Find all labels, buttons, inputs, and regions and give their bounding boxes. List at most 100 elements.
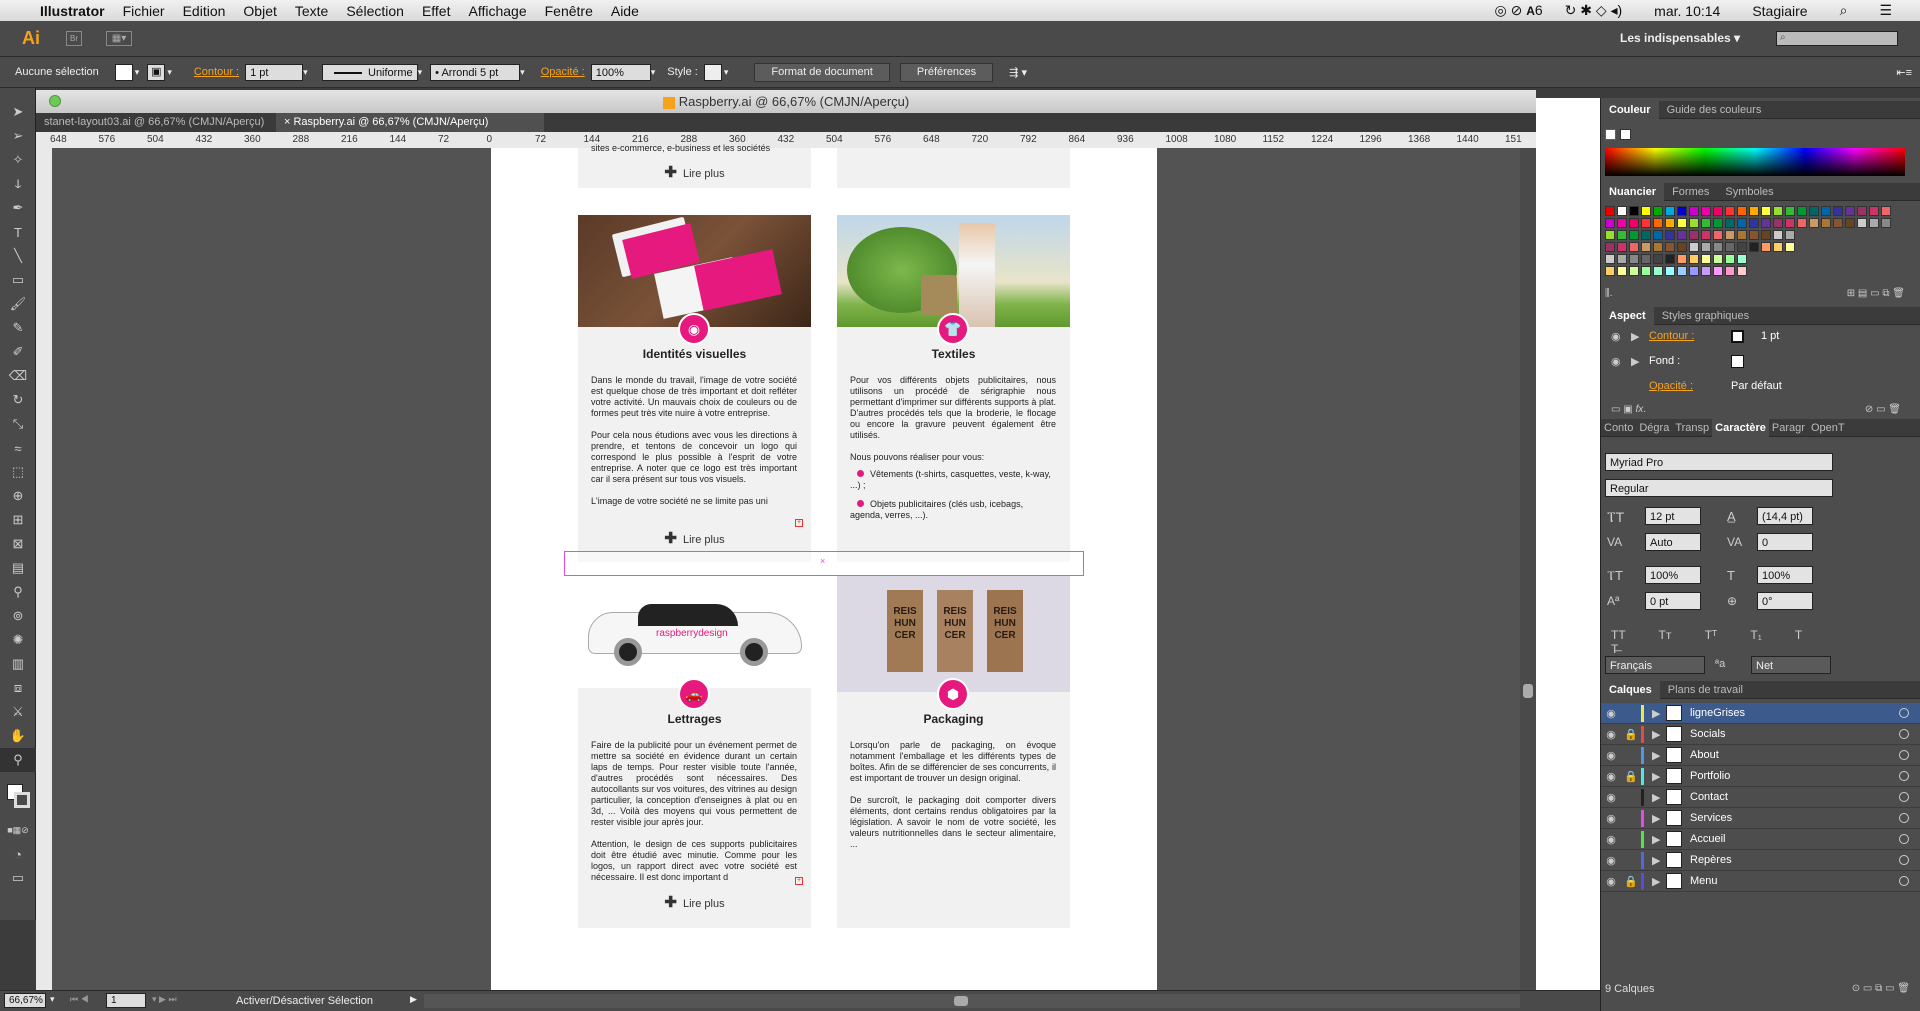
expand-icon[interactable]: ▶ — [1652, 875, 1666, 888]
free-transform-icon[interactable]: ⬚ — [0, 460, 36, 484]
font-size-field[interactable]: 12 pt — [1645, 507, 1701, 525]
font-style-select[interactable]: Regular — [1605, 479, 1833, 497]
chevron-down-icon[interactable]: ▾ — [303, 67, 308, 78]
expand-icon[interactable]: ▶ — [1652, 833, 1666, 846]
color-mode-icon[interactable]: ■▦⊘ — [0, 818, 36, 842]
swatch-cell[interactable] — [1629, 254, 1639, 264]
read-more-link[interactable]: ✚ Lire plus — [578, 165, 811, 180]
layer-name[interactable]: Portfolio — [1690, 770, 1730, 782]
swatch-cell[interactable] — [1653, 242, 1663, 252]
language-select[interactable]: Français — [1605, 656, 1705, 674]
swatch-cell[interactable] — [1737, 206, 1747, 216]
notification-icon[interactable]: ☰ — [1879, 2, 1892, 19]
layer-row[interactable]: ◉ ▶ Accueil — [1601, 829, 1920, 850]
swatch-cell[interactable] — [1689, 242, 1699, 252]
magic-wand-icon[interactable]: ✧ — [0, 148, 36, 172]
scroll-thumb[interactable] — [1523, 684, 1533, 698]
spotlight-icon[interactable]: ⌕ — [1840, 2, 1848, 19]
swatch-cell[interactable] — [1773, 230, 1783, 240]
swatch-cell[interactable] — [1761, 242, 1771, 252]
eyedropper-icon[interactable]: ⚲ — [0, 580, 36, 604]
layer-row[interactable]: ◉ ▶ ligneGrises — [1601, 703, 1920, 724]
bridge-icon[interactable]: Br — [66, 31, 82, 46]
artboard-next-icons[interactable]: ▾ ▶ ⏭ — [152, 994, 177, 1005]
slice-icon[interactable]: ⚔ — [0, 700, 36, 724]
swatch-cell[interactable] — [1677, 230, 1687, 240]
contour-label[interactable]: Contour : — [1649, 330, 1694, 342]
eye-icon[interactable]: ◉ — [1601, 812, 1621, 825]
swatch-cell[interactable] — [1641, 254, 1651, 264]
user-name[interactable]: Stagiaire — [1752, 3, 1807, 19]
swatch-cell[interactable] — [1785, 230, 1795, 240]
layer-row[interactable]: ◉ 🔒 ▶ Socials — [1601, 724, 1920, 745]
swatch-cell[interactable] — [1881, 218, 1891, 228]
swatch-library-icon[interactable]: ⫼. — [1605, 288, 1612, 299]
expand-icon[interactable]: ▶ — [1652, 854, 1666, 867]
clock[interactable]: mar. 10:14 — [1654, 3, 1720, 19]
vertical-scale-field[interactable]: 100% — [1645, 566, 1701, 584]
eye-icon[interactable]: ◉ — [1611, 330, 1621, 343]
swatch-cell[interactable] — [1641, 206, 1651, 216]
stroke-swatch[interactable] — [1731, 330, 1744, 343]
lock-icon[interactable]: 🔒 — [1621, 728, 1641, 741]
swatch-cell[interactable] — [1845, 218, 1855, 228]
layer-row[interactable]: ◉ 🔒 ▶ Portfolio — [1601, 766, 1920, 787]
swatch-cell[interactable] — [1701, 242, 1711, 252]
layer-name[interactable]: Accueil — [1690, 833, 1725, 845]
swatch-cell[interactable] — [1725, 254, 1735, 264]
aspect-row-opacite[interactable]: Opacité : Par défaut — [1601, 380, 1901, 400]
swatch-cell[interactable] — [1713, 242, 1723, 252]
target-icon[interactable] — [1899, 750, 1909, 760]
swatch-cell[interactable] — [1629, 266, 1639, 276]
swatch-cell[interactable] — [1737, 218, 1747, 228]
eye-icon[interactable]: ◉ — [1601, 707, 1621, 720]
swatch-cell[interactable] — [1617, 242, 1627, 252]
hand-icon[interactable]: ✋ — [0, 724, 36, 748]
swatch-cell[interactable] — [1857, 206, 1867, 216]
menu-fenetre[interactable]: Fenêtre — [545, 3, 593, 19]
swatch-cell[interactable] — [1869, 218, 1879, 228]
swatch-cell[interactable] — [1749, 242, 1759, 252]
swatch-cell[interactable] — [1665, 254, 1675, 264]
swatch-cell[interactable] — [1605, 254, 1615, 264]
swatch-cell[interactable] — [1809, 206, 1819, 216]
tab-caractere[interactable]: Caractère — [1712, 418, 1769, 437]
symbol-sprayer-icon[interactable]: ✺ — [0, 628, 36, 652]
none-swatch[interactable] — [1605, 129, 1616, 140]
swatch-grid[interactable] — [1605, 206, 1905, 282]
swatch-cell[interactable] — [1653, 254, 1663, 264]
chevron-down-icon[interactable]: ▾ — [651, 67, 656, 78]
status-arrow-icon[interactable]: ▶ — [410, 994, 417, 1005]
swatch-cell[interactable] — [1665, 242, 1675, 252]
swatch-cell[interactable] — [1833, 218, 1843, 228]
brush-definition[interactable]: • Arrondi 5 pt — [430, 63, 521, 81]
swatch-cell[interactable] — [1689, 266, 1699, 276]
eye-icon[interactable]: ◉ — [1601, 833, 1621, 846]
layer-row[interactable]: ◉ 🔒 ▶ Menu — [1601, 871, 1920, 892]
horizontal-scrollbar[interactable] — [424, 994, 1520, 1008]
overflow-icon[interactable]: + — [795, 519, 803, 527]
layer-row[interactable]: ◉ ▶ Repères — [1601, 850, 1920, 871]
swatch-cell[interactable] — [1605, 266, 1615, 276]
card-textiles[interactable]: 👕 Textiles Pour vos différents objets pu… — [837, 215, 1070, 562]
tab-styles-graphiques[interactable]: Styles graphiques — [1654, 307, 1757, 325]
tab-aspect[interactable]: Aspect — [1601, 306, 1654, 325]
tab-stanet-layout[interactable]: stanet-layout03.ai @ 66,67% (CMJN/Aperçu… — [36, 113, 276, 132]
layer-name[interactable]: ligneGrises — [1690, 707, 1745, 719]
tab-formes[interactable]: Formes — [1664, 183, 1717, 201]
swatch-cell[interactable] — [1785, 218, 1795, 228]
pencil-icon[interactable]: ✎ — [0, 316, 36, 340]
swatch-cell[interactable] — [1677, 254, 1687, 264]
layer-row[interactable]: ◉ ▶ About — [1601, 745, 1920, 766]
swatch-cell[interactable] — [1605, 242, 1615, 252]
eye-icon[interactable]: ◉ — [1611, 355, 1621, 368]
swatch-cell[interactable] — [1869, 206, 1879, 216]
swatch-cell[interactable] — [1689, 254, 1699, 264]
text-case-icons[interactable]: TT Tт Tᵀ T₁ T T̶ — [1611, 628, 1841, 656]
rotation-field[interactable]: 0° — [1757, 592, 1813, 610]
swatch-cell[interactable] — [1665, 266, 1675, 276]
opacity-field[interactable]: 100% — [590, 63, 651, 81]
swatch-cell[interactable] — [1677, 266, 1687, 276]
artboard-number-field[interactable]: 1 — [106, 993, 146, 1008]
opacite-label[interactable]: Opacité : — [1649, 380, 1693, 392]
